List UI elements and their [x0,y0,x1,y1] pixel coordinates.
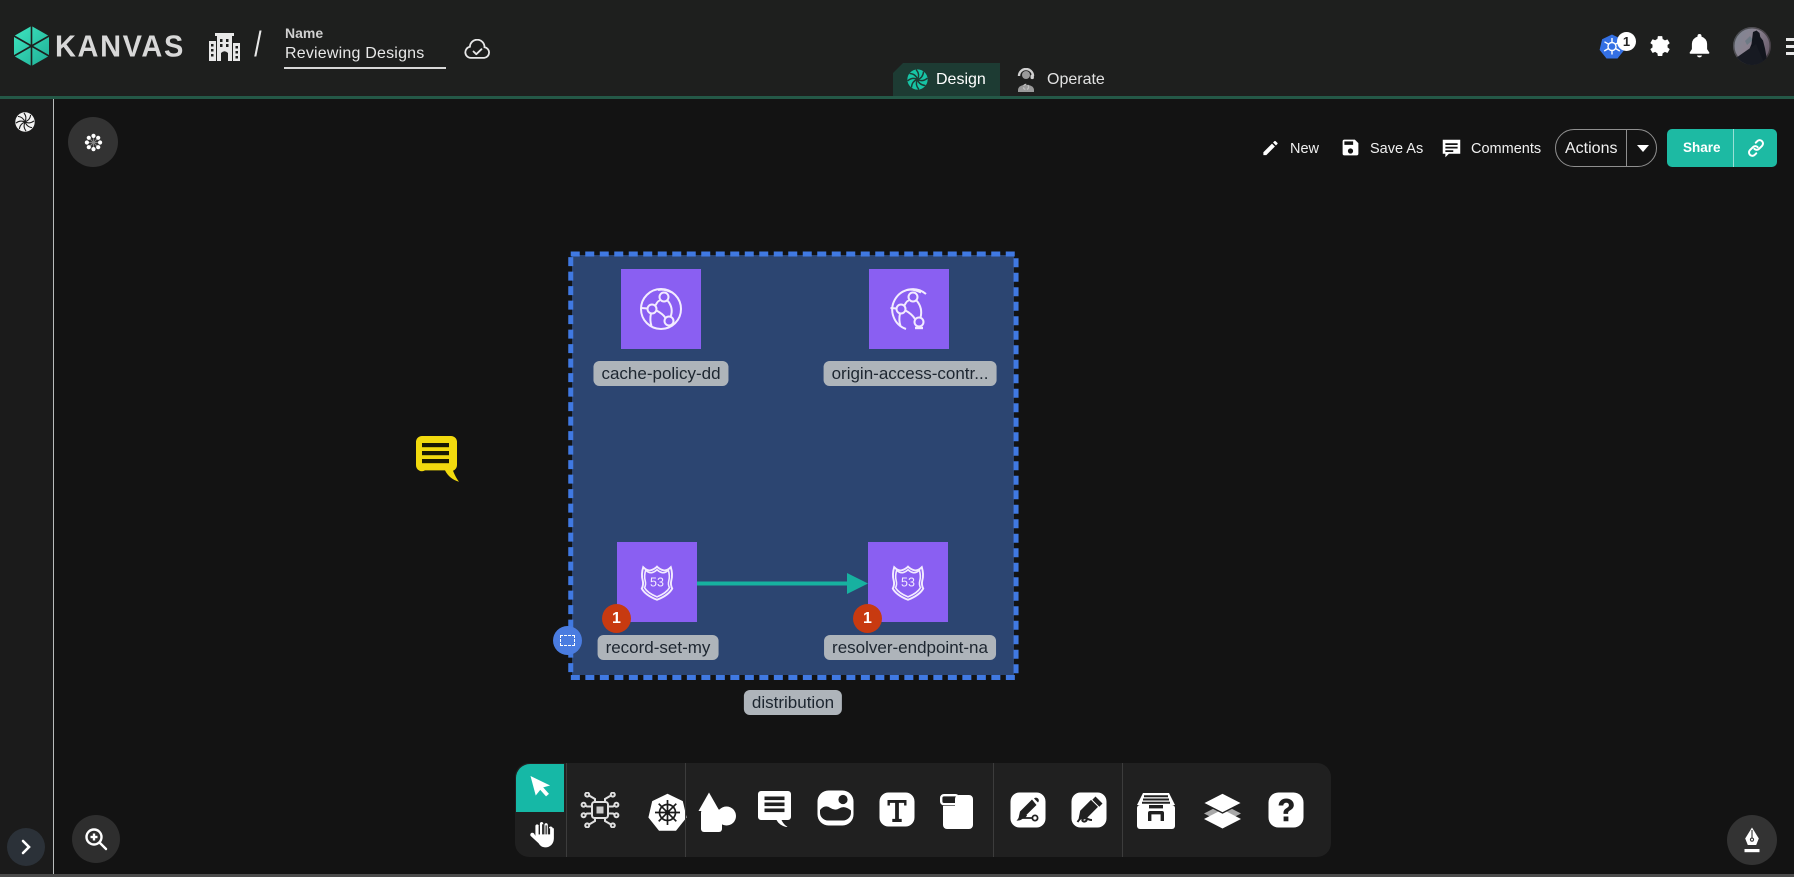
svg-text:53: 53 [650,576,664,590]
svg-text:53: 53 [901,576,915,590]
